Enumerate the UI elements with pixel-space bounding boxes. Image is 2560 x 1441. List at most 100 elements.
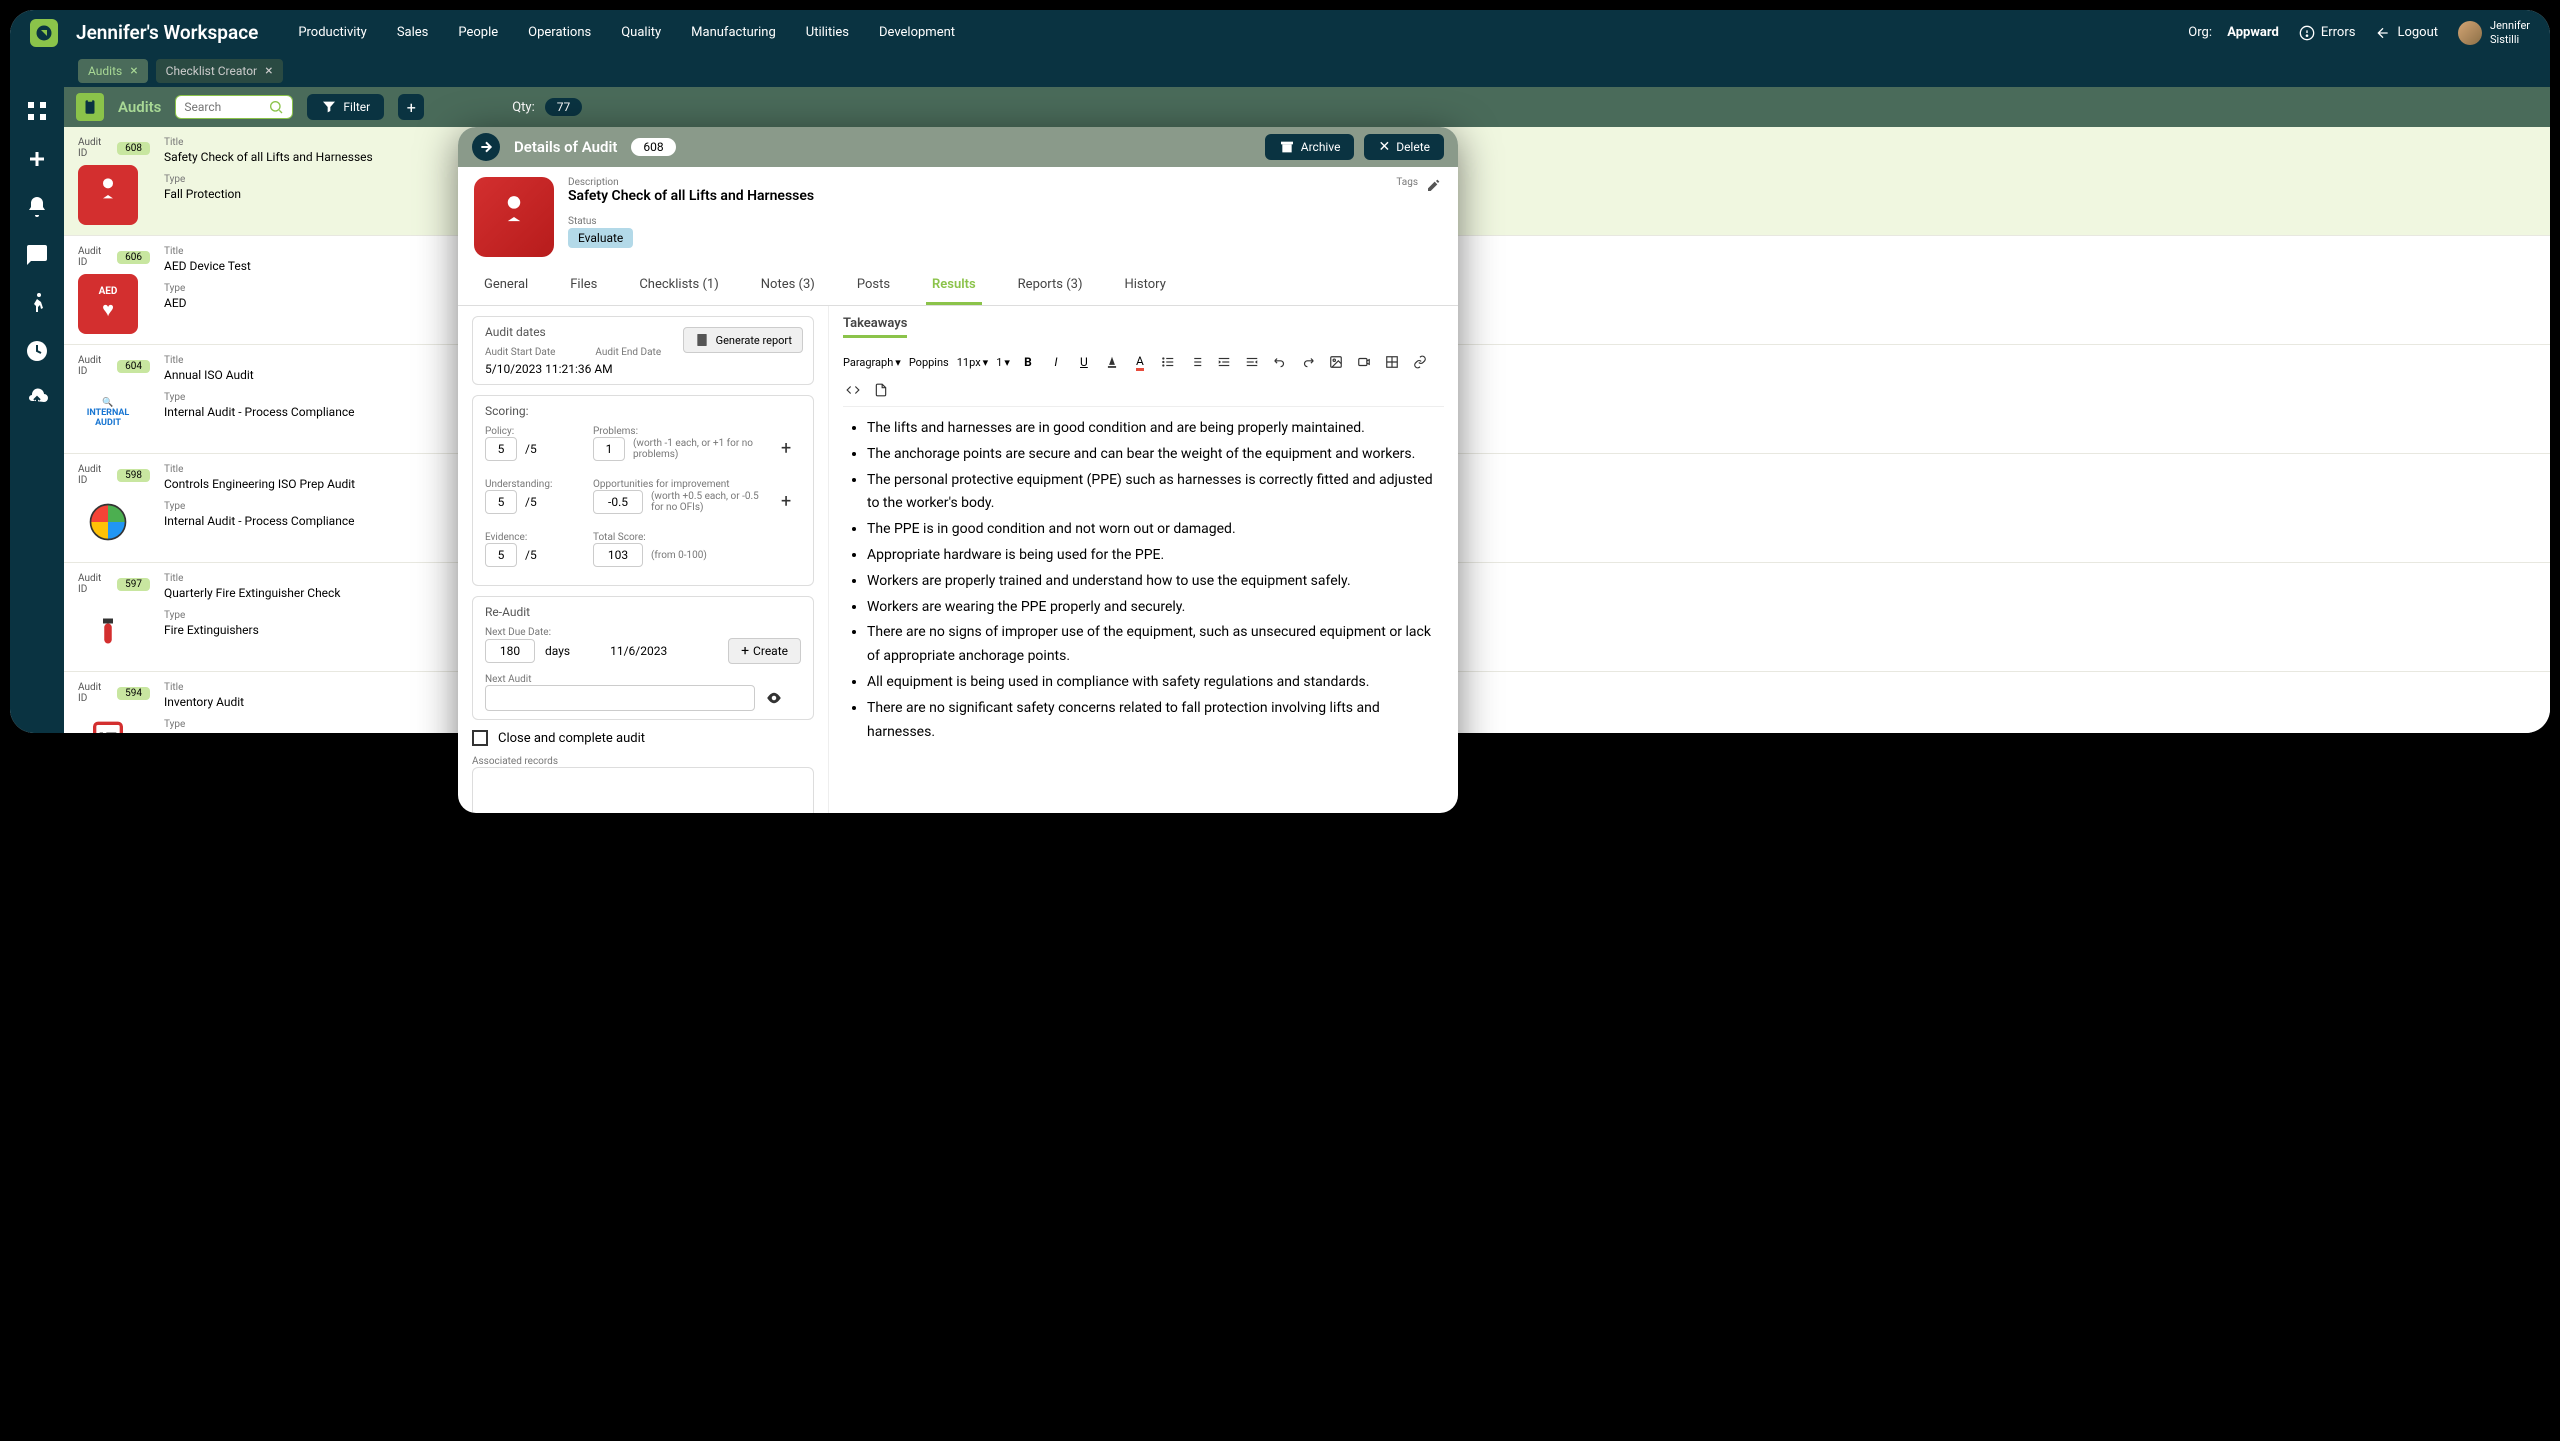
apps-icon[interactable] [25, 99, 49, 123]
understanding-input[interactable] [485, 490, 517, 514]
nav-quality[interactable]: Quality [621, 25, 661, 40]
close-icon[interactable]: × [265, 63, 272, 79]
filter-button[interactable]: Filter [307, 94, 384, 120]
upload-icon[interactable] [25, 387, 49, 411]
file-button[interactable] [871, 380, 891, 400]
video-button[interactable] [1354, 352, 1374, 372]
total-input[interactable] [593, 543, 643, 567]
nav-utilities[interactable]: Utilities [806, 25, 849, 40]
code-button[interactable] [843, 380, 863, 400]
module-title: Audits [118, 98, 161, 116]
report-icon [694, 332, 710, 348]
clipboard-icon [76, 93, 104, 121]
takeaway-item: Appropriate hardware is being used for t… [867, 544, 1444, 568]
run-icon[interactable] [25, 291, 49, 315]
generate-report-button[interactable]: Generate report [683, 327, 803, 353]
takeaway-item: The personal protective equipment (PPE) … [867, 469, 1444, 517]
detail-id-badge: 608 [631, 138, 675, 156]
font-select[interactable]: Poppins [909, 356, 949, 369]
nav-manufacturing[interactable]: Manufacturing [691, 25, 776, 40]
desc-value: Safety Check of all Lifts and Harnesses [568, 188, 1382, 204]
outdent-button[interactable] [1242, 352, 1262, 372]
archive-icon [1279, 139, 1295, 155]
back-button[interactable] [472, 133, 500, 161]
eye-icon[interactable] [765, 689, 783, 707]
undo-button[interactable] [1270, 352, 1290, 372]
takeaway-item: There are no significant safety concerns… [867, 697, 1444, 745]
add-button[interactable]: + [398, 94, 424, 120]
errors-button[interactable]: Errors [2299, 25, 2356, 41]
dtab-reports-[interactable]: Reports (3) [1012, 267, 1089, 305]
user-menu[interactable]: JenniferSistilli [2458, 19, 2530, 45]
search-icon [268, 99, 284, 115]
edit-icon[interactable] [1426, 177, 1442, 193]
editor-content[interactable]: The lifts and harnesses are in good cond… [843, 417, 1444, 744]
audit-icon [474, 177, 554, 257]
ofi-input[interactable] [593, 490, 643, 514]
textcolor-button[interactable] [1102, 352, 1122, 372]
takeaway-item: The lifts and harnesses are in good cond… [867, 417, 1444, 441]
bell-icon[interactable] [25, 195, 49, 219]
tab-checklist-creator[interactable]: Checklist Creator× [156, 59, 283, 83]
takeaway-item: There are no signs of improper use of th… [867, 621, 1444, 669]
status-badge[interactable]: Evaluate [568, 228, 633, 248]
avatar [2458, 21, 2482, 45]
add-icon[interactable] [25, 147, 49, 171]
info-icon [2299, 25, 2315, 41]
days-input[interactable] [485, 639, 535, 663]
close-audit-checkbox[interactable] [472, 730, 488, 746]
paragraph-select[interactable]: Paragraph▾ [843, 356, 901, 369]
search-input[interactable] [175, 95, 293, 119]
dtab-files[interactable]: Files [564, 267, 603, 305]
nav-operations[interactable]: Operations [528, 25, 591, 40]
create-button[interactable]: +Create [728, 638, 801, 664]
bold-button[interactable]: B [1018, 352, 1038, 372]
workspace-title: Jennifer's Workspace [76, 21, 258, 44]
policy-input[interactable] [485, 437, 517, 461]
underline-button[interactable]: U [1074, 352, 1094, 372]
dtab-history[interactable]: History [1118, 267, 1171, 305]
arrow-left-icon [2375, 25, 2391, 41]
table-button[interactable] [1382, 352, 1402, 372]
app-logo[interactable] [30, 19, 58, 47]
dtab-posts[interactable]: Posts [851, 267, 896, 305]
italic-button[interactable]: I [1046, 352, 1066, 372]
dtab-checklists-[interactable]: Checklists (1) [633, 267, 724, 305]
takeaway-item: The anchorage points are secure and can … [867, 443, 1444, 467]
next-audit-input[interactable] [485, 685, 755, 711]
clock-icon[interactable] [25, 339, 49, 363]
dtab-general[interactable]: General [478, 267, 534, 305]
takeaways-tab[interactable]: Takeaways [843, 316, 907, 338]
archive-button[interactable]: Archive [1265, 134, 1355, 160]
redo-button[interactable] [1298, 352, 1318, 372]
delete-button[interactable]: ✕Delete [1364, 134, 1444, 160]
nav-sales[interactable]: Sales [397, 25, 429, 40]
tab-audits[interactable]: Audits× [78, 59, 148, 83]
lineheight-select[interactable]: 1▾ [996, 356, 1010, 369]
dtab-notes-[interactable]: Notes (3) [755, 267, 821, 305]
desc-label: Description [568, 177, 1382, 188]
close-icon[interactable]: × [130, 63, 137, 79]
highlight-button[interactable]: A [1130, 352, 1150, 372]
nav-development[interactable]: Development [879, 25, 955, 40]
takeaway-item: Workers are wearing the PPE properly and… [867, 596, 1444, 620]
image-button[interactable] [1326, 352, 1346, 372]
start-date: 5/10/2023 11:21:36 AM [485, 362, 801, 376]
close-icon: ✕ [1378, 139, 1390, 155]
org-selector[interactable]: Org: Appward [2188, 25, 2279, 40]
problems-input[interactable] [593, 437, 625, 461]
add-problem-button[interactable]: + [781, 438, 801, 459]
ul-button[interactable] [1158, 352, 1178, 372]
evidence-input[interactable] [485, 543, 517, 567]
indent-button[interactable] [1214, 352, 1234, 372]
ol-button[interactable] [1186, 352, 1206, 372]
add-ofi-button[interactable]: + [781, 491, 801, 512]
nav-people[interactable]: People [458, 25, 498, 40]
size-select[interactable]: 11px▾ [957, 356, 988, 369]
logout-button[interactable]: Logout [2375, 25, 2438, 41]
takeaway-item: Workers are properly trained and underst… [867, 570, 1444, 594]
link-button[interactable] [1410, 352, 1430, 372]
dtab-results[interactable]: Results [926, 267, 982, 305]
chat-icon[interactable] [25, 243, 49, 267]
nav-productivity[interactable]: Productivity [298, 25, 366, 40]
